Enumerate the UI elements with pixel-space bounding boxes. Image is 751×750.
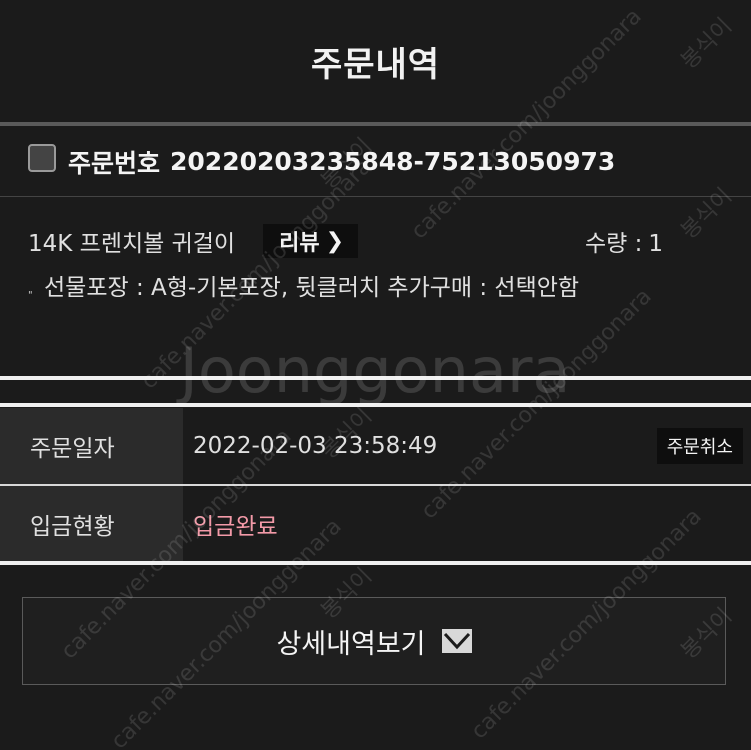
quantity-value: 1: [648, 231, 663, 257]
review-button-label: 리뷰: [279, 231, 320, 256]
order-number-value: 20220203235848-75213050973: [170, 147, 616, 176]
chevron-right-icon: ❯: [325, 228, 345, 254]
section-divider-bottom: [0, 403, 751, 407]
info-bottom-divider: [0, 561, 751, 565]
order-date-value: 2022-02-03 23:58:49: [193, 433, 438, 459]
section-divider-top: [0, 376, 751, 380]
cancel-order-button[interactable]: 주문취소: [656, 428, 743, 464]
chevron-down-icon: [441, 629, 472, 653]
order-number-label: 주문번호: [68, 148, 161, 178]
view-details-button[interactable]: 상세내역보기: [22, 597, 726, 685]
page-header: 주문내역: [0, 0, 751, 122]
order-date-row: 주문일자 2022-02-03 23:58:49 주문취소: [0, 408, 751, 484]
option-bullet: ": [28, 290, 33, 301]
product-name[interactable]: 14K 프렌치볼 귀걸이: [28, 224, 235, 258]
product-options: " 선물포장 : A형-기본포장, 뒷클러치 추가구매 : 선택안함: [28, 270, 723, 306]
review-button[interactable]: 리뷰 ❯: [263, 224, 359, 258]
order-date-label: 주문일자: [0, 408, 183, 484]
order-number-row: 주문번호 20220203235848-75213050973: [0, 127, 751, 197]
quantity-label: 수량 :: [584, 231, 643, 257]
payment-status-label: 입금현황: [0, 486, 183, 562]
view-details-label: 상세내역보기: [276, 628, 426, 660]
order-select-checkbox[interactable]: [28, 143, 56, 172]
quantity: 수량 :1: [585, 224, 663, 258]
product-item: 14K 프렌치볼 귀걸이 리뷰 ❯ 수량 :1 " 선물포장 : A형-기본포장…: [0, 198, 751, 376]
header-divider: [0, 122, 751, 126]
payment-status-row: 입금현황 입금완료: [0, 486, 751, 562]
payment-status-value: 입금완료: [193, 514, 278, 540]
option-text: 선물포장 : A형-기본포장, 뒷클러치 추가구매 : 선택안함: [44, 275, 580, 301]
page-title: 주문내역: [310, 44, 441, 85]
